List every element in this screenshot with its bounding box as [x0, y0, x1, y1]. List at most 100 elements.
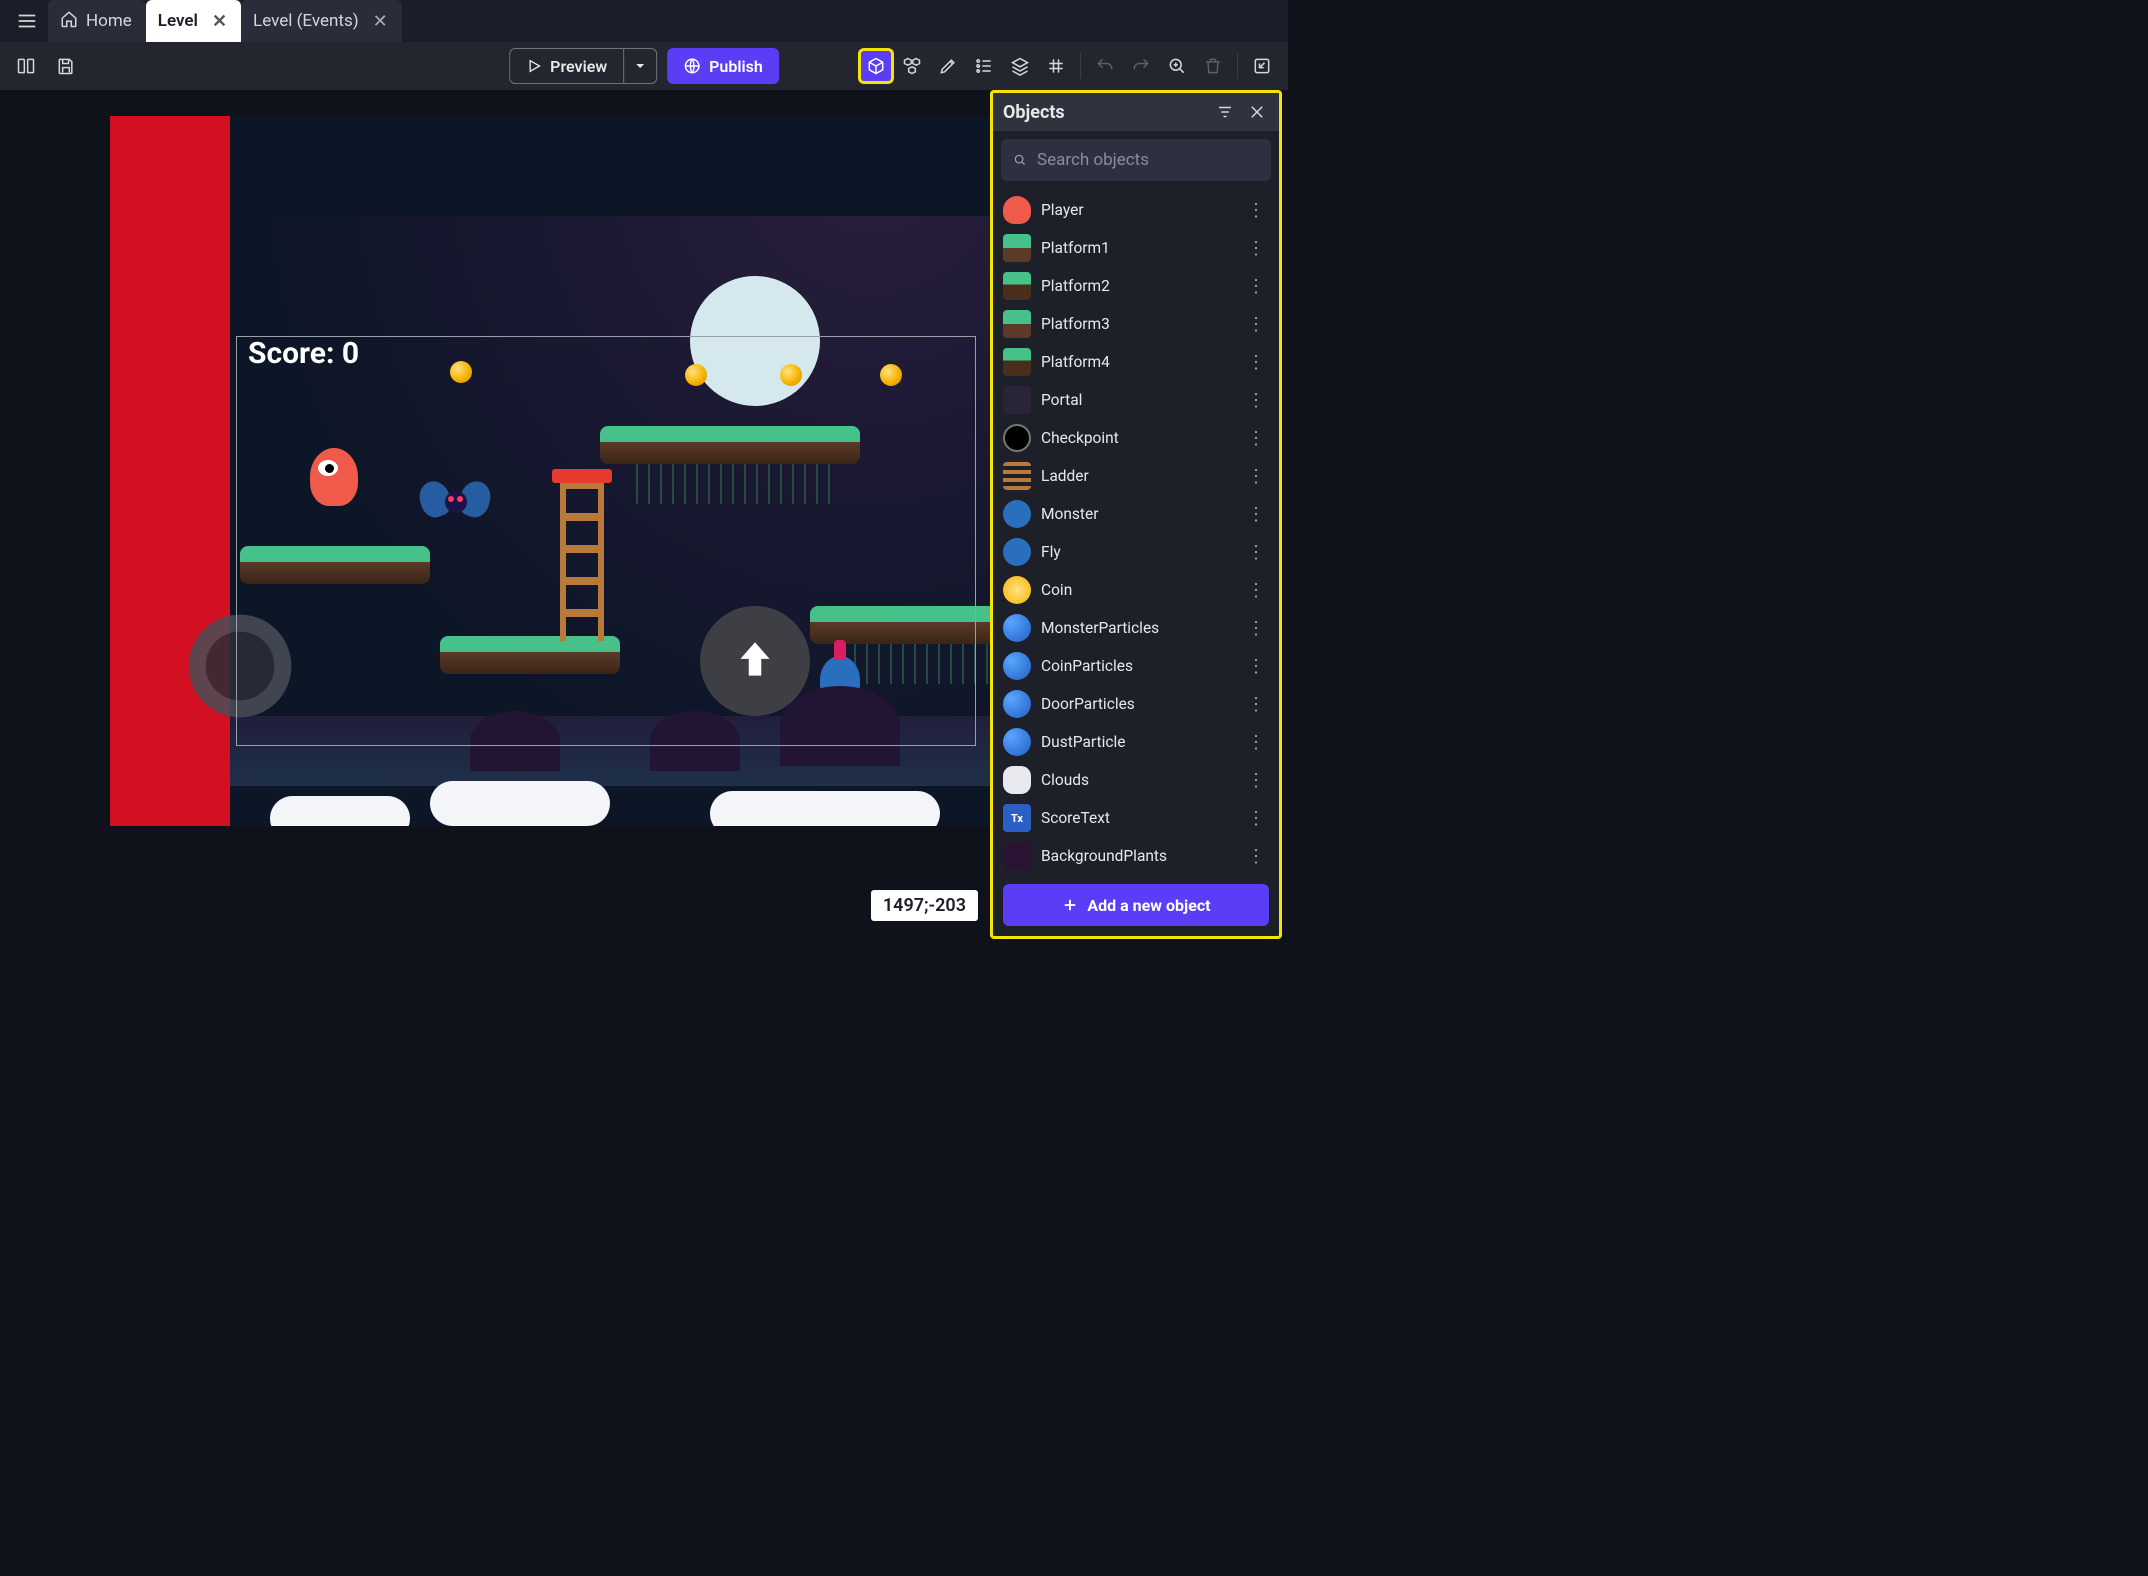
object-row-coin[interactable]: Coin ⋮: [993, 571, 1279, 609]
object-label: BackgroundPlants: [1041, 847, 1233, 865]
tab-level[interactable]: Level ✕: [146, 0, 241, 42]
objects-panel-toggle[interactable]: [860, 50, 892, 82]
object-row-monster[interactable]: Monster⋮: [993, 495, 1279, 533]
object-row-platform4[interactable]: Platform4 ⋮: [993, 343, 1279, 381]
object-thumbnail: [1003, 424, 1031, 452]
object-thumbnail: [1003, 614, 1031, 642]
object-thumbnail: [1003, 310, 1031, 338]
object-label: Ladder: [1041, 467, 1233, 485]
object-row-clouds[interactable]: Clouds ⋮: [993, 761, 1279, 799]
tab-home[interactable]: Home: [48, 0, 146, 42]
clouds: [230, 746, 1030, 826]
delete-button[interactable]: [1197, 50, 1229, 82]
publish-label: Publish: [709, 57, 763, 76]
platform-sprite[interactable]: [440, 636, 620, 674]
scene-editor[interactable]: Score: 0 1497;-203 Objects Player⋮Platfo…: [0, 90, 1288, 945]
object-more-button[interactable]: ⋮: [1243, 200, 1269, 221]
publish-button[interactable]: Publish: [667, 48, 779, 84]
platform-sprite[interactable]: [600, 426, 860, 464]
object-row-platform3[interactable]: Platform3⋮: [993, 305, 1279, 343]
object-more-button[interactable]: ⋮: [1243, 504, 1269, 525]
edit-tool-button[interactable]: [932, 50, 964, 82]
coin-sprite[interactable]: [685, 364, 707, 386]
close-panel-button[interactable]: [1245, 100, 1269, 124]
object-row-player[interactable]: Player⋮: [993, 191, 1279, 229]
divider: [1237, 53, 1238, 79]
save-button[interactable]: [50, 50, 82, 82]
object-row-coinparticles[interactable]: CoinParticles⋮: [993, 647, 1279, 685]
ladder-top: [552, 469, 612, 483]
redo-button[interactable]: [1125, 50, 1157, 82]
undo-button[interactable]: [1089, 50, 1121, 82]
object-more-button[interactable]: ⋮: [1243, 466, 1269, 487]
object-more-button[interactable]: ⋮: [1243, 428, 1269, 449]
player-sprite[interactable]: [310, 448, 358, 506]
object-more-button[interactable]: ⋮: [1243, 656, 1269, 677]
object-row-portal[interactable]: Portal⋮: [993, 381, 1279, 419]
game-canvas[interactable]: Score: 0: [110, 116, 1030, 826]
object-thumbnail: [1003, 538, 1031, 566]
object-row-doorparticles[interactable]: DoorParticles⋮: [993, 685, 1279, 723]
zoom-button[interactable]: [1161, 50, 1193, 82]
object-groups-button[interactable]: [896, 50, 928, 82]
object-label: Coin: [1041, 581, 1233, 599]
tab-home-label: Home: [86, 11, 132, 31]
close-icon[interactable]: ✕: [373, 11, 388, 32]
object-row-scoretext[interactable]: TxScoreText⋮: [993, 799, 1279, 837]
object-more-button[interactable]: ⋮: [1243, 352, 1269, 373]
tab-level-events[interactable]: Level (Events) ✕: [241, 0, 402, 42]
score-text[interactable]: Score: 0: [248, 336, 359, 371]
close-icon[interactable]: ✕: [212, 11, 227, 32]
coin-sprite[interactable]: [880, 364, 902, 386]
settings-button[interactable]: [1246, 50, 1278, 82]
object-row-dustparticle[interactable]: DustParticle⋮: [993, 723, 1279, 761]
objects-panel-header: Objects: [993, 93, 1279, 131]
filter-icon[interactable]: [1213, 100, 1237, 124]
preview-button[interactable]: Preview: [509, 48, 623, 84]
object-more-button[interactable]: ⋮: [1243, 238, 1269, 259]
object-more-button[interactable]: ⋮: [1243, 732, 1269, 753]
jump-button[interactable]: [700, 606, 810, 716]
home-icon: [60, 10, 78, 33]
preview-dropdown[interactable]: [623, 48, 657, 84]
instances-list-button[interactable]: [968, 50, 1000, 82]
ladder-sprite[interactable]: [560, 481, 604, 641]
object-label: Fly: [1041, 543, 1233, 561]
object-more-button[interactable]: ⋮: [1243, 542, 1269, 563]
search-objects-field[interactable]: [1037, 150, 1259, 170]
objects-list[interactable]: Player⋮Platform1⋮Platform2⋮Platform3⋮Pla…: [993, 189, 1279, 874]
object-more-button[interactable]: ⋮: [1243, 580, 1269, 601]
object-row-platform2[interactable]: Platform2 ⋮: [993, 267, 1279, 305]
object-more-button[interactable]: ⋮: [1243, 808, 1269, 829]
panels-toggle-button[interactable]: [10, 50, 42, 82]
object-more-button[interactable]: ⋮: [1243, 390, 1269, 411]
grid-toggle-button[interactable]: [1040, 50, 1072, 82]
object-thumbnail: Tx: [1003, 804, 1031, 832]
add-new-object-button[interactable]: Add a new object: [1003, 884, 1269, 926]
object-row-platform1[interactable]: Platform1 ⋮: [993, 229, 1279, 267]
object-more-button[interactable]: ⋮: [1243, 276, 1269, 297]
search-objects-input[interactable]: [1001, 139, 1271, 181]
object-more-button[interactable]: ⋮: [1243, 846, 1269, 867]
object-more-button[interactable]: ⋮: [1243, 694, 1269, 715]
object-more-button[interactable]: ⋮: [1243, 618, 1269, 639]
object-row-monsterparticles[interactable]: MonsterParticles⋮: [993, 609, 1279, 647]
coin-sprite[interactable]: [780, 364, 802, 386]
object-label: Platform4: [1041, 353, 1233, 371]
layers-button[interactable]: [1004, 50, 1036, 82]
object-row-fly[interactable]: Fly ⋮: [993, 533, 1279, 571]
object-label: Clouds: [1041, 771, 1233, 789]
object-label: Platform1: [1041, 239, 1233, 257]
object-row-ladder[interactable]: Ladder ⋮: [993, 457, 1279, 495]
object-thumbnail: [1003, 234, 1031, 262]
joystick-control[interactable]: [180, 606, 300, 726]
object-more-button[interactable]: ⋮: [1243, 314, 1269, 335]
fly-sprite[interactable]: [420, 481, 490, 521]
main-menu-button[interactable]: [6, 0, 48, 42]
coin-sprite[interactable]: [450, 361, 472, 383]
platform-sprite[interactable]: [240, 546, 430, 584]
object-more-button[interactable]: ⋮: [1243, 770, 1269, 791]
object-row-backgroundplants[interactable]: BackgroundPlants ⋮: [993, 837, 1279, 874]
object-label: Platform2: [1041, 277, 1233, 295]
object-row-checkpoint[interactable]: Checkpoint⋮: [993, 419, 1279, 457]
